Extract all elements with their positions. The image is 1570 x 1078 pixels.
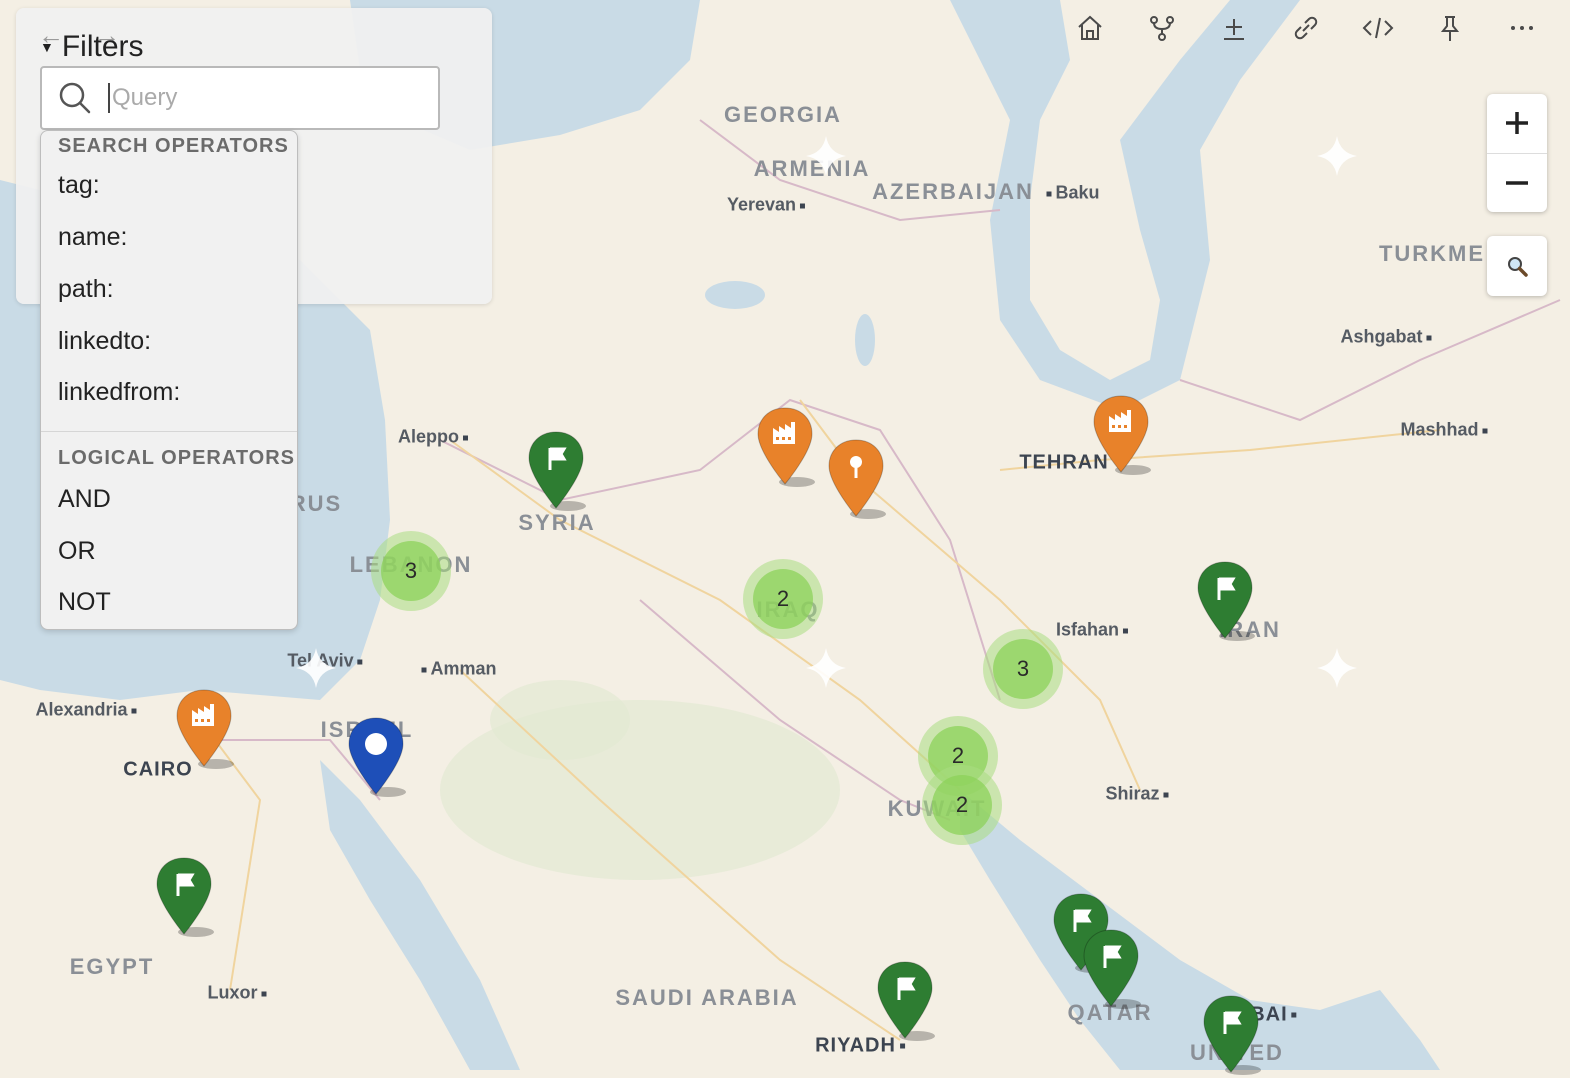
pin-icon[interactable] — [1432, 10, 1468, 46]
more-icon[interactable] — [1504, 10, 1540, 46]
home-icon[interactable] — [1072, 10, 1108, 46]
flag-marker[interactable] — [875, 960, 935, 1044]
top-toolbar — [1072, 10, 1540, 46]
marker-cluster[interactable]: 2 — [743, 559, 823, 639]
flag-icon — [156, 857, 214, 937]
cluster-count: 3 — [381, 541, 441, 601]
factory-marker[interactable] — [755, 406, 815, 490]
fork-icon[interactable] — [1144, 10, 1180, 46]
flag-icon — [1203, 995, 1261, 1075]
flag-icon — [1083, 929, 1141, 1009]
zoom-control — [1487, 94, 1547, 212]
map-search-button[interactable] — [1487, 236, 1547, 296]
plus-icon — [1506, 112, 1528, 135]
query-input[interactable] — [108, 83, 414, 113]
flag-marker[interactable] — [1201, 994, 1261, 1078]
pin-marker[interactable] — [826, 438, 886, 522]
query-field[interactable] — [40, 66, 440, 130]
factory-marker[interactable] — [174, 688, 234, 772]
pin-icon — [828, 439, 886, 519]
marker-cluster[interactable]: 3 — [371, 531, 451, 611]
logical-operators-heading: LOGICAL OPERATORS — [58, 447, 296, 469]
operator-path[interactable]: path: — [58, 275, 114, 304]
plus-line-icon[interactable] — [1216, 10, 1252, 46]
flag-icon — [877, 961, 935, 1041]
divider — [41, 431, 297, 432]
operator-not[interactable]: NOT — [58, 588, 111, 617]
search-icon — [59, 82, 91, 114]
operators-dropdown: SEARCH OPERATORS tag: name: path: linked… — [40, 130, 298, 630]
flag-marker[interactable] — [1081, 928, 1141, 1012]
zoom-out-button[interactable] — [1487, 152, 1547, 213]
minus-icon — [1506, 181, 1528, 185]
factory-icon — [176, 689, 234, 769]
flag-marker[interactable] — [154, 856, 214, 940]
flag-marker[interactable] — [526, 430, 586, 514]
cluster-count: 2 — [932, 775, 992, 835]
search-operators-heading: SEARCH OPERATORS — [58, 135, 289, 157]
link-icon[interactable] — [1288, 10, 1324, 46]
operator-tag[interactable]: tag: — [58, 171, 100, 200]
code-icon[interactable] — [1360, 10, 1396, 46]
operator-and[interactable]: AND — [58, 485, 111, 514]
filters-title: Filters — [61, 30, 144, 63]
operator-linkedto[interactable]: linkedto: — [58, 327, 151, 356]
dot-icon — [348, 717, 406, 797]
operator-linkedfrom[interactable]: linkedfrom: — [58, 378, 180, 407]
factory-icon — [1093, 395, 1151, 475]
operator-name[interactable]: name: — [58, 223, 127, 252]
flag-icon — [1197, 561, 1255, 641]
magnifier-icon — [1508, 257, 1528, 277]
zoom-in-button[interactable] — [1487, 94, 1547, 153]
marker-cluster[interactable]: 3 — [983, 629, 1063, 709]
filters-toggle[interactable]: ▼ Filters — [40, 30, 144, 64]
operator-or[interactable]: OR — [58, 537, 96, 566]
dot-marker[interactable] — [346, 716, 406, 800]
factory-icon — [757, 407, 815, 487]
flag-icon — [528, 431, 586, 511]
triangle-down-icon: ▼ — [40, 39, 54, 55]
cluster-count: 2 — [753, 569, 813, 629]
factory-marker[interactable] — [1091, 394, 1151, 478]
flag-marker[interactable] — [1195, 560, 1255, 644]
marker-cluster[interactable]: 2 — [922, 765, 1002, 845]
cluster-count: 3 — [993, 639, 1053, 699]
